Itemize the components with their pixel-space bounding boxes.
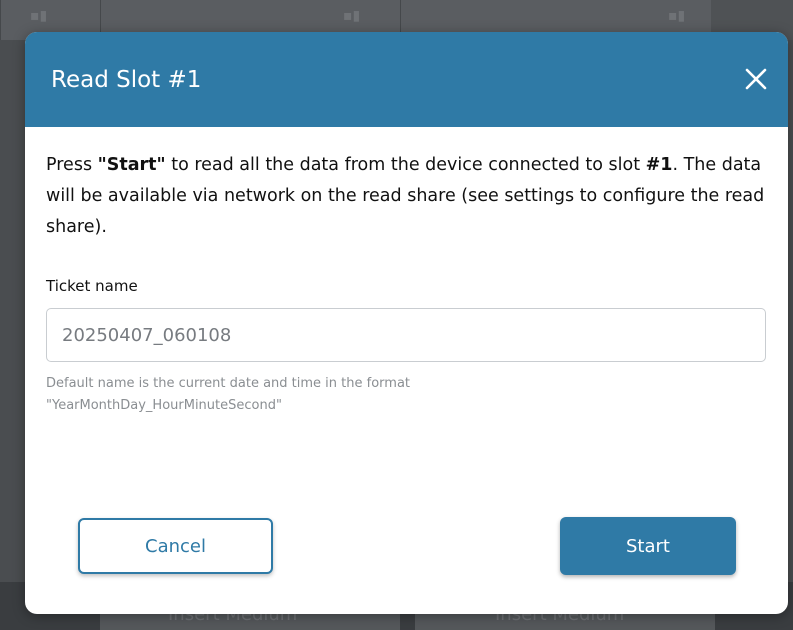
message-text: to read all the data from the device con…	[165, 155, 646, 175]
document-icon: ▪▮	[30, 8, 48, 24]
hint-line: Default name is the current date and tim…	[46, 376, 411, 391]
ticket-name-label: Ticket name	[46, 277, 138, 295]
message-text: Press	[46, 155, 98, 175]
close-icon	[745, 68, 767, 90]
dialog-title: Read Slot #1	[51, 67, 202, 93]
ticket-name-hint: Default name is the current date and tim…	[46, 373, 766, 417]
hint-line: "YearMonthDay_HourMinuteSecond"	[46, 398, 282, 413]
document-icon: ▪▮	[668, 8, 686, 24]
document-icon: ▪▮	[343, 8, 361, 24]
dialog-message: Press "Start" to read all the data from …	[46, 150, 766, 243]
start-button[interactable]: Start	[560, 517, 736, 575]
read-slot-dialog: Read Slot #1 Press "Start" to read all t…	[25, 32, 788, 614]
start-emphasis: "Start"	[97, 155, 166, 175]
ticket-name-input[interactable]	[46, 308, 766, 362]
dialog-header: Read Slot #1	[25, 32, 788, 127]
cancel-button[interactable]: Cancel	[78, 518, 273, 574]
close-button[interactable]	[741, 64, 771, 94]
slot-emphasis: #1	[645, 155, 673, 175]
